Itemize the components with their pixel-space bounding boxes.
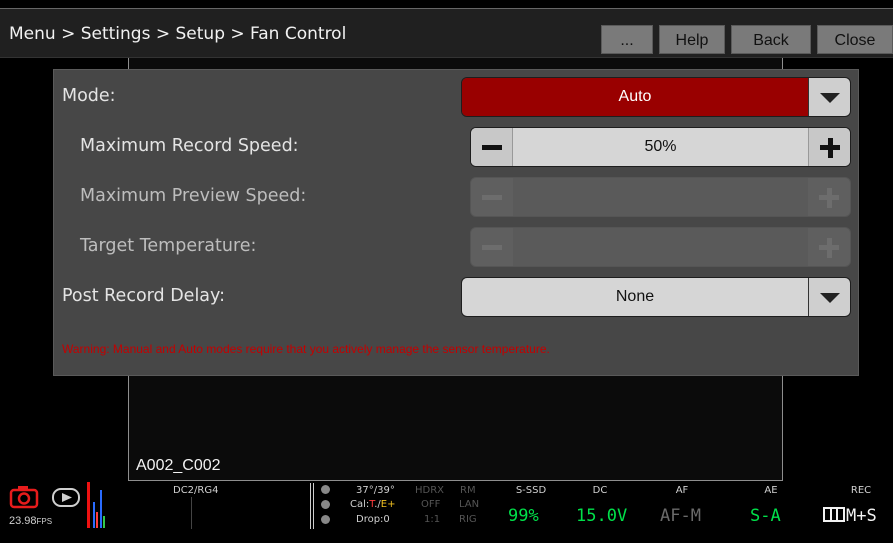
chevron-down-icon[interactable] xyxy=(808,278,850,316)
rig-label: RIG xyxy=(459,514,477,525)
max-preview-speed-stepper xyxy=(470,177,851,217)
lan-label: LAN xyxy=(459,499,480,510)
target-temperature-label: Target Temperature: xyxy=(80,236,257,256)
rm-label: RM xyxy=(460,485,476,496)
breadcrumb: Menu > Settings > Setup > Fan Control xyxy=(9,24,347,44)
target-temperature-value xyxy=(513,228,808,266)
power-value[interactable]: 15.0V xyxy=(576,506,627,526)
max-preview-speed-value xyxy=(513,178,808,216)
camera-icon[interactable] xyxy=(8,483,48,511)
codec-label: DC2/RG4 xyxy=(173,485,219,496)
drop-frames: Drop:0 xyxy=(356,514,390,525)
hdrx-value: OFF xyxy=(421,499,441,510)
plus-icon[interactable] xyxy=(808,128,850,166)
fps-unit: FPS xyxy=(36,517,53,526)
plus-icon xyxy=(808,178,850,216)
divider xyxy=(313,483,314,529)
chevron-down-icon[interactable] xyxy=(808,78,850,116)
histogram xyxy=(87,482,107,528)
fps-value: 23.98 xyxy=(9,515,37,527)
ae-label: AE xyxy=(764,485,778,496)
max-record-speed-stepper[interactable]: 50% xyxy=(470,127,851,167)
minus-icon[interactable] xyxy=(471,128,513,166)
playback-icon[interactable] xyxy=(52,488,82,508)
hdrx-label: HDRX xyxy=(415,485,445,496)
af-value[interactable]: AF-M xyxy=(660,506,701,526)
minus-icon xyxy=(471,228,513,266)
sensor-temp: 37°/39° xyxy=(356,485,395,496)
ae-value[interactable]: S-A xyxy=(750,506,781,526)
calibration-status: Cal:T./E+ xyxy=(350,499,396,510)
rec-label: REC xyxy=(850,485,872,496)
post-record-delay-label: Post Record Delay: xyxy=(62,286,226,306)
status-dot xyxy=(321,485,330,494)
mode-value: Auto xyxy=(462,78,808,116)
status-dot xyxy=(321,515,330,524)
divider xyxy=(191,497,192,529)
close-button[interactable]: Close xyxy=(817,25,893,54)
warning-text: Warning: Manual and Auto modes require t… xyxy=(62,342,550,356)
plus-icon xyxy=(808,228,850,266)
mode-label: Mode: xyxy=(62,86,116,106)
mode-dropdown[interactable]: Auto xyxy=(461,77,851,117)
target-temperature-stepper xyxy=(470,227,851,267)
more-button[interactable]: ... xyxy=(601,25,653,54)
media-label: S-SSD xyxy=(515,485,547,496)
hdrx-ratio: 1:1 xyxy=(424,514,441,525)
clip-name: A002_C002 xyxy=(136,457,221,474)
film-icon xyxy=(823,507,845,522)
max-record-speed-label: Maximum Record Speed: xyxy=(80,136,299,156)
status-dot xyxy=(321,500,330,509)
max-record-speed-value: 50% xyxy=(644,138,677,155)
af-label: AF xyxy=(675,485,689,496)
back-button[interactable]: Back xyxy=(731,25,811,54)
minus-icon xyxy=(471,178,513,216)
post-record-delay-dropdown[interactable]: None xyxy=(461,277,851,317)
rec-value[interactable]: M+S xyxy=(846,506,877,526)
power-label: DC xyxy=(592,485,608,496)
divider xyxy=(310,483,311,529)
max-preview-speed-label: Maximum Preview Speed: xyxy=(80,186,307,206)
post-record-delay-value: None xyxy=(462,278,808,316)
media-value[interactable]: 99% xyxy=(508,506,539,526)
help-button[interactable]: Help xyxy=(659,25,725,54)
